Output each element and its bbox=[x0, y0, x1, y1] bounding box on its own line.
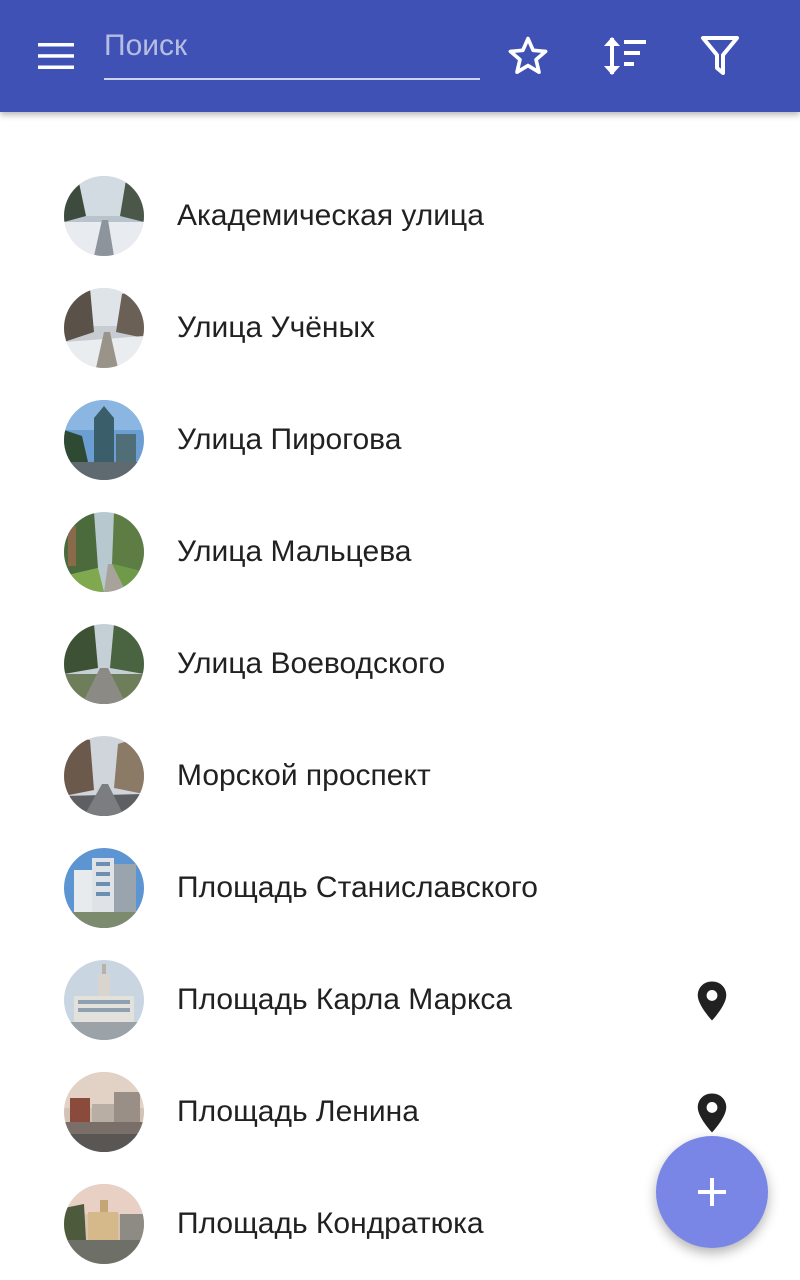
square-thumbnail bbox=[64, 960, 144, 1040]
filter-icon bbox=[701, 36, 739, 75]
location-pin-icon[interactable] bbox=[694, 1092, 730, 1134]
plus-icon bbox=[698, 1178, 726, 1206]
list-item-label: Улица Учёных bbox=[177, 311, 376, 344]
list-item-label: Улица Воеводского bbox=[177, 647, 446, 680]
search-field bbox=[104, 20, 480, 82]
app-bar bbox=[0, 0, 800, 112]
list-item-label: Площадь Карла Маркса bbox=[177, 983, 513, 1016]
list-item[interactable]: Академическая улица bbox=[0, 160, 800, 272]
square-thumbnail bbox=[64, 1184, 144, 1264]
street-thumbnail bbox=[64, 736, 144, 816]
list-item[interactable]: Улица Мальцева bbox=[0, 496, 800, 608]
list-item-label: Площадь Ленина bbox=[177, 1095, 419, 1128]
favorites-button[interactable] bbox=[500, 28, 556, 84]
add-button[interactable] bbox=[656, 1136, 768, 1248]
list-item-label: Улица Пирогова bbox=[177, 423, 402, 456]
list-item-label: Академическая улица bbox=[177, 199, 484, 232]
list-item[interactable]: Площадь Станиславского bbox=[0, 832, 800, 944]
street-thumbnail bbox=[64, 288, 144, 368]
list-item[interactable]: Улица Пирогова bbox=[0, 384, 800, 496]
building-thumbnail bbox=[64, 400, 144, 480]
menu-button[interactable] bbox=[26, 28, 86, 84]
street-thumbnail bbox=[64, 176, 144, 256]
street-thumbnail bbox=[64, 512, 144, 592]
list-item-label: Улица Мальцева bbox=[177, 535, 412, 568]
list-item[interactable]: Улица Учёных bbox=[0, 272, 800, 384]
list-item[interactable]: Площадь Карла Маркса bbox=[0, 944, 800, 1056]
list-item[interactable]: Морской проспект bbox=[0, 720, 800, 832]
list-item-label: Площадь Станиславского bbox=[177, 871, 538, 904]
square-thumbnail bbox=[64, 1072, 144, 1152]
filter-button[interactable] bbox=[692, 28, 748, 84]
list-item-label: Площадь Кондратюка bbox=[177, 1207, 484, 1240]
street-thumbnail bbox=[64, 624, 144, 704]
search-input[interactable] bbox=[104, 20, 480, 80]
sort-icon bbox=[604, 37, 646, 75]
star-outline-icon bbox=[508, 36, 548, 74]
menu-icon bbox=[38, 43, 74, 69]
list-item-label: Морской проспект bbox=[177, 759, 431, 792]
list-item[interactable]: Улица Воеводского bbox=[0, 608, 800, 720]
street-list: Академическая улица Улица Учёных Улица П… bbox=[0, 160, 800, 1280]
building-thumbnail bbox=[64, 848, 144, 928]
location-pin-icon[interactable] bbox=[694, 980, 730, 1022]
sort-button[interactable] bbox=[596, 28, 652, 84]
